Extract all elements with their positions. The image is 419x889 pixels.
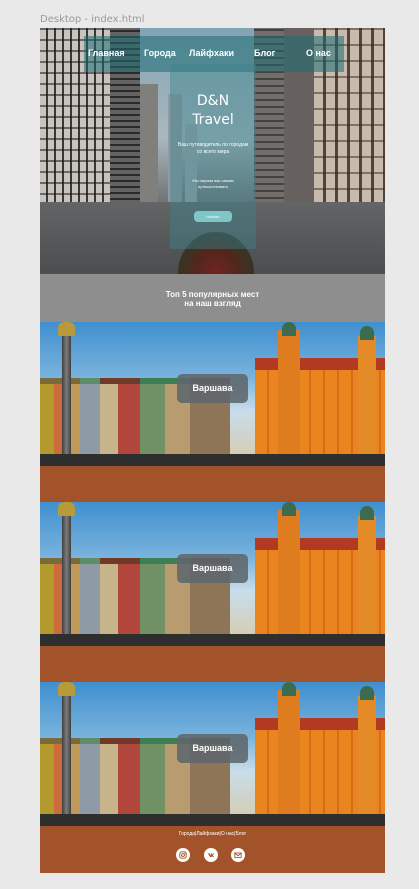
- section-title-line1: Топ 5 популярных мест: [165, 290, 260, 299]
- start-button[interactable]: Начать: [194, 211, 232, 222]
- nav-item-about[interactable]: О нас: [306, 48, 331, 58]
- photo-tower: [358, 696, 376, 826]
- city-card: Варшава: [40, 322, 385, 502]
- photo-tower-cap: [360, 686, 374, 700]
- hero-title: D&N Travel: [170, 92, 256, 130]
- photo-tower-cap: [282, 682, 296, 696]
- hero-subtext: Мы научим вас самим путешествовать: [192, 178, 234, 189]
- hero-title-line2: Travel: [192, 112, 234, 128]
- photo-column-statue: [58, 322, 75, 336]
- photo-column: [62, 322, 71, 464]
- vk-icon[interactable]: [204, 848, 218, 862]
- instagram-icon[interactable]: [176, 848, 190, 862]
- photo-column: [62, 502, 71, 644]
- photo-crowd: [40, 634, 385, 646]
- city-card: Варшава: [40, 682, 385, 873]
- page-frame: Главная Города Лайфхаки Блог О нас D&N T…: [40, 28, 385, 873]
- city-card: Варшава: [40, 502, 385, 682]
- section-title: Топ 5 популярных мест на наш взгляд: [40, 290, 385, 308]
- photo-tower: [278, 690, 300, 826]
- photo-tower: [358, 336, 376, 466]
- photo-tower-cap: [360, 326, 374, 340]
- hero-section: Главная Города Лайфхаки Блог О нас D&N T…: [40, 28, 385, 274]
- photo-tower: [278, 330, 300, 466]
- hero-subtitle: Ваш путеводитель по городам со всего мир…: [177, 142, 249, 155]
- photo-column: [62, 682, 71, 824]
- photo-tower-cap: [282, 502, 296, 516]
- frame-label: Desktop - index.html: [40, 14, 145, 25]
- city-button[interactable]: Варшава: [177, 734, 248, 763]
- city-button[interactable]: Варшава: [177, 374, 248, 403]
- nav-item-lifehacks[interactable]: Лайфхаки: [189, 48, 234, 58]
- photo-tower-cap: [360, 506, 374, 520]
- mail-icon[interactable]: [231, 848, 245, 862]
- photo-crowd: [40, 454, 385, 466]
- hero-panel: D&N Travel Ваш путеводитель по городам с…: [170, 64, 256, 249]
- photo-column-statue: [58, 682, 75, 696]
- photo-tower: [358, 516, 376, 646]
- section-title-line2: на наш взгляд: [184, 299, 241, 308]
- nav-item-home[interactable]: Главная: [88, 48, 125, 58]
- photo-tower: [278, 510, 300, 646]
- city-button[interactable]: Варшава: [177, 554, 248, 583]
- nav-item-cities[interactable]: Города: [144, 48, 176, 58]
- photo-column-statue: [58, 502, 75, 516]
- footer-links[interactable]: Города|Лайфхаки|О нас|Блог: [40, 831, 385, 837]
- hero-title-line1: D&N: [196, 93, 230, 109]
- nav-item-blog[interactable]: Блог: [254, 48, 275, 58]
- photo-tower-cap: [282, 322, 296, 336]
- top-places-header: Топ 5 популярных мест на наш взгляд: [40, 274, 385, 322]
- photo-crowd: [40, 814, 385, 826]
